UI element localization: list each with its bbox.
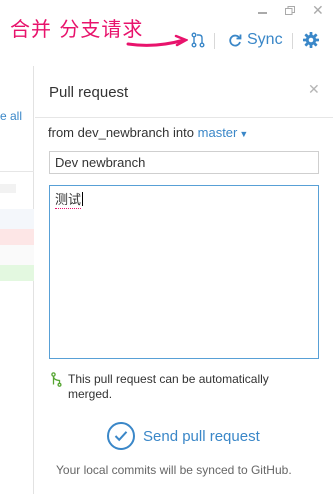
- merge-status: This pull request can be automatically m…: [51, 372, 311, 402]
- list-item: [0, 245, 34, 265]
- diff-row-deleted: [0, 229, 34, 245]
- branch-selector-line: from dev_newbranch into master ▼: [48, 125, 248, 140]
- text-cursor: [82, 192, 84, 206]
- list-item[interactable]: [0, 209, 34, 229]
- pull-request-description-input[interactable]: 测试: [49, 185, 319, 359]
- title-bar: 合并 分支请求 Sync ✕: [0, 0, 333, 66]
- sync-button[interactable]: Sync: [228, 31, 283, 49]
- panel-header: Pull request ✕: [35, 66, 333, 118]
- pull-request-icon[interactable]: [190, 32, 206, 48]
- annotation-arrow-icon: [126, 34, 188, 47]
- sync-footer-note: Your local commits will be synced to Git…: [56, 463, 292, 477]
- into-label: into: [173, 125, 195, 140]
- toolbar-divider: [292, 33, 293, 49]
- close-icon[interactable]: ✕: [312, 2, 324, 19]
- divider: [0, 171, 34, 172]
- chevron-down-icon: ▼: [239, 129, 249, 139]
- close-icon[interactable]: ✕: [308, 81, 320, 98]
- gear-icon[interactable]: [302, 31, 320, 49]
- target-branch-dropdown[interactable]: master ▼: [198, 125, 249, 140]
- target-branch-label: master: [197, 125, 238, 140]
- pull-request-panel: Pull request ✕ from dev_newbranch into m…: [35, 66, 333, 494]
- sync-label: Sync: [247, 31, 283, 48]
- toolbar-divider: [214, 33, 215, 49]
- merge-status-text: This pull request can be automatically m…: [68, 372, 269, 401]
- merge-icon: [51, 372, 62, 387]
- check-icon: [107, 422, 135, 450]
- pull-request-title-input[interactable]: Dev newbranch: [49, 151, 319, 174]
- send-pull-request-label: Send pull request: [143, 427, 260, 445]
- send-pull-request-button[interactable]: Send pull request: [107, 422, 260, 450]
- maximize-icon[interactable]: [285, 6, 295, 15]
- list-item[interactable]: [0, 184, 16, 193]
- source-branch: dev_newbranch: [77, 125, 170, 140]
- from-label: from: [48, 125, 74, 140]
- annotation-text: 合并 分支请求: [10, 17, 144, 41]
- diff-row-added: [0, 265, 34, 281]
- sync-icon: [229, 34, 242, 47]
- left-column: e all: [0, 66, 34, 494]
- panel-title: Pull request: [49, 84, 129, 101]
- minimize-icon[interactable]: [258, 12, 267, 14]
- see-all-link[interactable]: e all: [0, 109, 22, 123]
- description-text: 测试: [55, 193, 82, 209]
